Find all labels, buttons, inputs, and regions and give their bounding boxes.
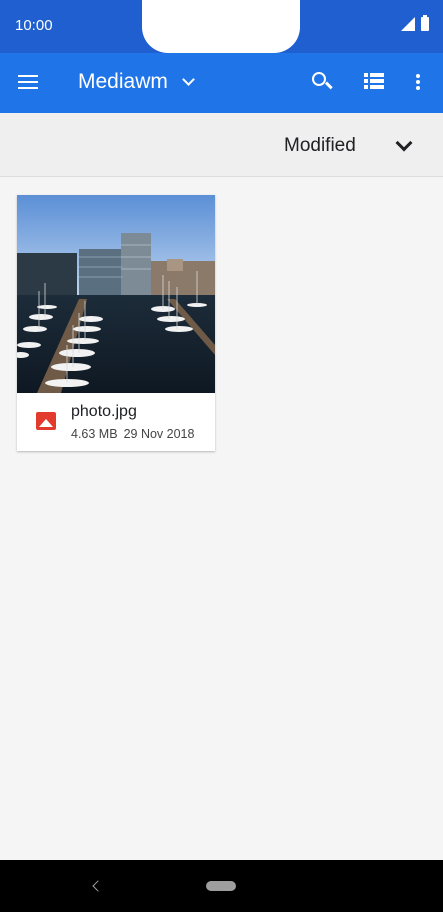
status-icons	[401, 15, 429, 31]
battery-icon	[421, 15, 429, 31]
app-bar: Mediawm	[0, 53, 443, 113]
file-name: photo.jpg	[71, 403, 137, 420]
menu-icon[interactable]	[18, 71, 42, 95]
sort-label[interactable]: Modified	[284, 135, 356, 157]
camera-notch	[142, 0, 300, 53]
status-bar: 10:00	[0, 0, 443, 53]
chevron-down-icon	[181, 73, 195, 86]
sort-chevron-down-icon[interactable]	[395, 134, 413, 152]
list-view-icon[interactable]	[364, 73, 386, 93]
search-icon[interactable]	[312, 72, 334, 94]
status-time: 10:00	[15, 17, 53, 34]
home-pill-icon[interactable]	[206, 881, 236, 891]
more-vert-icon[interactable]	[414, 74, 424, 94]
file-card[interactable]: photo.jpg 4.63 MB 29 Nov 2018	[17, 195, 215, 451]
signal-icon	[401, 17, 415, 31]
app-title: Mediawm	[78, 70, 168, 93]
system-nav-bar	[0, 860, 443, 912]
image-icon	[36, 412, 56, 430]
folder-selector[interactable]: Mediawm	[78, 70, 195, 94]
file-date: 29 Nov 2018	[123, 427, 195, 441]
file-meta: 4.63 MB 29 Nov 2018	[71, 427, 194, 441]
file-info: photo.jpg 4.63 MB 29 Nov 2018	[17, 393, 215, 451]
sort-bar: Modified	[0, 113, 443, 177]
back-icon[interactable]	[92, 880, 104, 892]
photo-thumbnail	[17, 195, 215, 393]
file-size: 4.63 MB	[71, 427, 118, 441]
